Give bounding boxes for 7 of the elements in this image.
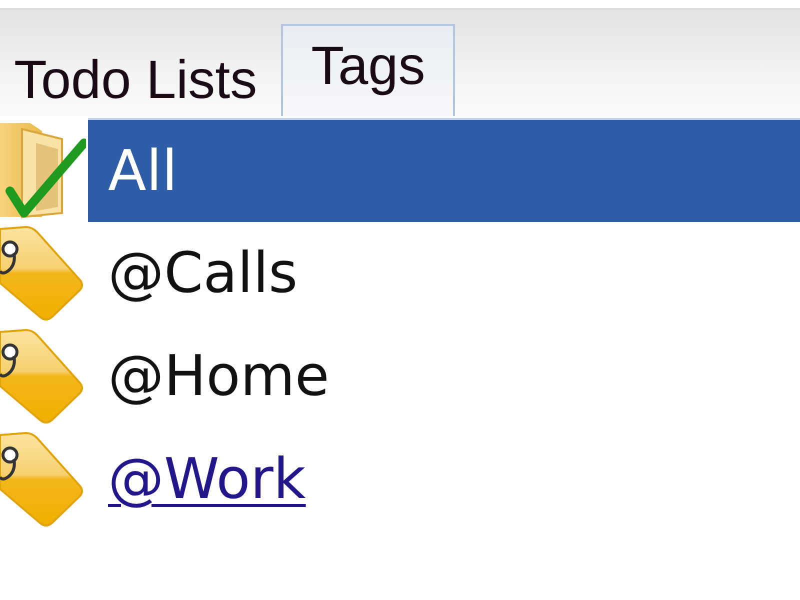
tab[interactable]: Todo Lists (10, 24, 282, 116)
folder-check-icon (0, 121, 86, 221)
list-item[interactable]: @Work (88, 428, 800, 531)
list-item[interactable]: @Calls (88, 222, 800, 325)
list-item[interactable]: All (88, 120, 800, 222)
tab[interactable]: Tags (281, 24, 456, 116)
list-item[interactable]: @Home (88, 325, 800, 428)
